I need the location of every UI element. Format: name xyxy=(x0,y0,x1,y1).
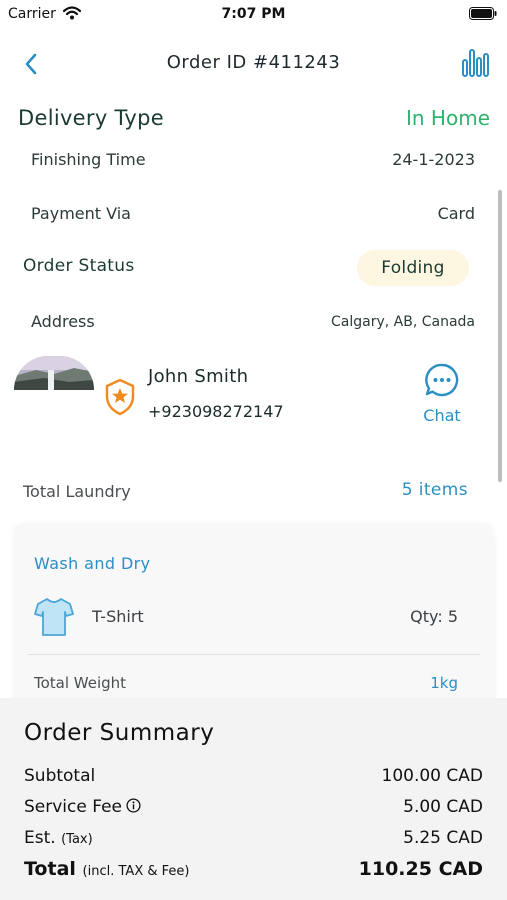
address-row: Address Calgary, AB, Canada xyxy=(31,312,475,336)
chat-button[interactable]: Chat xyxy=(414,362,470,428)
finishing-time-label: Finishing Time xyxy=(31,150,146,169)
chat-label: Chat xyxy=(423,406,461,425)
service-fee-value: 5.00 CAD xyxy=(403,797,483,817)
avatar xyxy=(14,356,94,390)
total-weight-value: 1kg xyxy=(430,674,458,692)
subtotal-row: Subtotal 100.00 CAD xyxy=(24,766,483,792)
payment-value: Card xyxy=(437,204,475,223)
person-phone: +923098272147 xyxy=(148,402,284,421)
scrollbar[interactable] xyxy=(498,190,502,482)
tax-label: Est. xyxy=(24,828,56,848)
address-label: Address xyxy=(31,312,95,331)
service-fee-label: Service Fee xyxy=(24,797,122,817)
delivery-type-label: Delivery Type xyxy=(18,106,164,130)
subtotal-label: Subtotal xyxy=(24,766,96,786)
tshirt-icon xyxy=(34,598,74,636)
shield-star-icon xyxy=(105,378,135,416)
info-icon[interactable] xyxy=(126,798,141,813)
finishing-time-value: 24-1-2023 xyxy=(392,150,475,169)
total-label-group: Total (incl. TAX & Fee) xyxy=(24,858,189,880)
item-quantity: Qty: 5 xyxy=(410,607,458,626)
order-summary-title: Order Summary xyxy=(24,720,215,746)
order-status-badge: Folding xyxy=(357,250,469,286)
chat-bubble-icon xyxy=(425,363,459,397)
delivery-type-row: Delivery Type In Home xyxy=(18,104,490,136)
service-fee-row: Service Fee 5.00 CAD xyxy=(24,797,483,823)
person-name: John Smith xyxy=(148,366,249,387)
order-summary-panel: Order Summary Subtotal 100.00 CAD Servic… xyxy=(0,698,507,900)
total-label: Total xyxy=(24,858,76,880)
total-note: (incl. TAX & Fee) xyxy=(82,864,190,879)
subtotal-value: 100.00 CAD xyxy=(381,766,483,786)
clock: 7:07 PM xyxy=(221,6,286,22)
service-fee-label-group: Service Fee xyxy=(24,797,141,817)
bar-chart-icon[interactable] xyxy=(461,46,491,78)
total-weight-label: Total Weight xyxy=(34,674,127,692)
avatar-image xyxy=(14,356,94,390)
total-laundry-count[interactable]: 5 items xyxy=(402,480,468,500)
header: Order ID #411243 xyxy=(0,40,507,86)
wash-card-title: Wash and Dry xyxy=(34,554,151,573)
payment-label: Payment Via xyxy=(31,204,131,223)
total-row: Total (incl. TAX & Fee) 110.25 CAD xyxy=(24,858,483,884)
card-divider xyxy=(28,654,480,655)
order-status-label: Order Status xyxy=(23,256,135,276)
status-bar: Carrier 7:07 PM xyxy=(0,0,507,30)
order-status-row: Order Status Folding xyxy=(23,250,469,286)
wash-and-dry-card: Wash and Dry T-Shirt Qty: 5 Total Weight… xyxy=(14,524,494,724)
finishing-time-row: Finishing Time 24-1-2023 xyxy=(31,150,475,174)
battery-icon xyxy=(469,7,497,20)
tax-value: 5.25 CAD xyxy=(403,828,483,848)
total-value: 110.25 CAD xyxy=(358,858,483,880)
delivery-type-value: In Home xyxy=(406,106,490,130)
tax-row: Est. (Tax) 5.25 CAD xyxy=(24,828,483,854)
page-title: Order ID #411243 xyxy=(166,52,341,73)
tax-note: (Tax) xyxy=(61,832,93,847)
total-laundry-label: Total Laundry xyxy=(23,482,131,501)
total-laundry-row: Total Laundry 5 items xyxy=(23,480,468,506)
payment-row: Payment Via Card xyxy=(31,204,475,228)
item-name: T-Shirt xyxy=(92,607,144,626)
address-value: Calgary, AB, Canada xyxy=(330,314,475,330)
tax-label-group: Est. (Tax) xyxy=(24,828,93,848)
